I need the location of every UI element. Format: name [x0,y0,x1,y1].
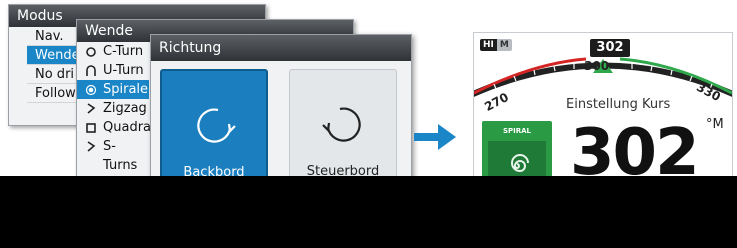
zigzag-icon [85,101,97,116]
black-band [0,176,737,248]
wende-item-quadrat[interactable]: Quadra [77,118,152,137]
wende-item-u-turn[interactable]: U-Turn [77,61,149,80]
spiral-mode-label: SPIRAL [502,127,532,135]
modus-item-label: Wende [35,48,80,63]
autopilot-display: HI M 302 300 270 330 Einstellung Kurs 30… [473,32,733,194]
unit-label: °M [706,117,724,132]
tick-300: 300 [584,59,610,73]
richtung-dialog: Richtung Backbord Steuerbord [150,34,412,199]
heading-readout: 302 [590,39,630,57]
circle-icon [85,44,97,59]
hi-m-toggle[interactable]: HI M [480,39,512,51]
hi-label: HI [480,39,497,51]
arrow-right-icon [414,124,456,150]
u-turn-icon [85,63,97,78]
rotate-clockwise-icon [322,107,361,142]
wende-item-label: C-Turn [103,44,144,59]
wende-item-zigzag[interactable]: Zigzag [77,99,149,118]
wende-item-spirale[interactable]: Spirale [77,80,149,99]
modus-item-label: Nav. [35,29,64,44]
wende-item-label: Zigzag [103,101,147,116]
modus-item-label: No dri [35,67,75,82]
wende-item-label: S-Turns [103,139,138,173]
m-label: M [496,39,512,51]
setting-label: Einstellung Kurs [566,97,671,112]
modus-item-label: Follow [35,86,76,101]
wende-item-label: U-Turn [103,63,144,78]
wende-item-label: Quadra [103,120,152,135]
wende-item-label: Spirale [103,82,149,97]
wende-item-c-turn[interactable]: C-Turn [77,42,149,61]
richtung-title: Richtung [151,35,411,61]
spiral-radio-icon [85,82,97,97]
wende-item-s-turns[interactable]: S-Turns [77,137,149,173]
rotate-counterclockwise-icon [197,108,236,143]
square-icon [85,120,97,135]
s-turn-icon [85,139,97,154]
